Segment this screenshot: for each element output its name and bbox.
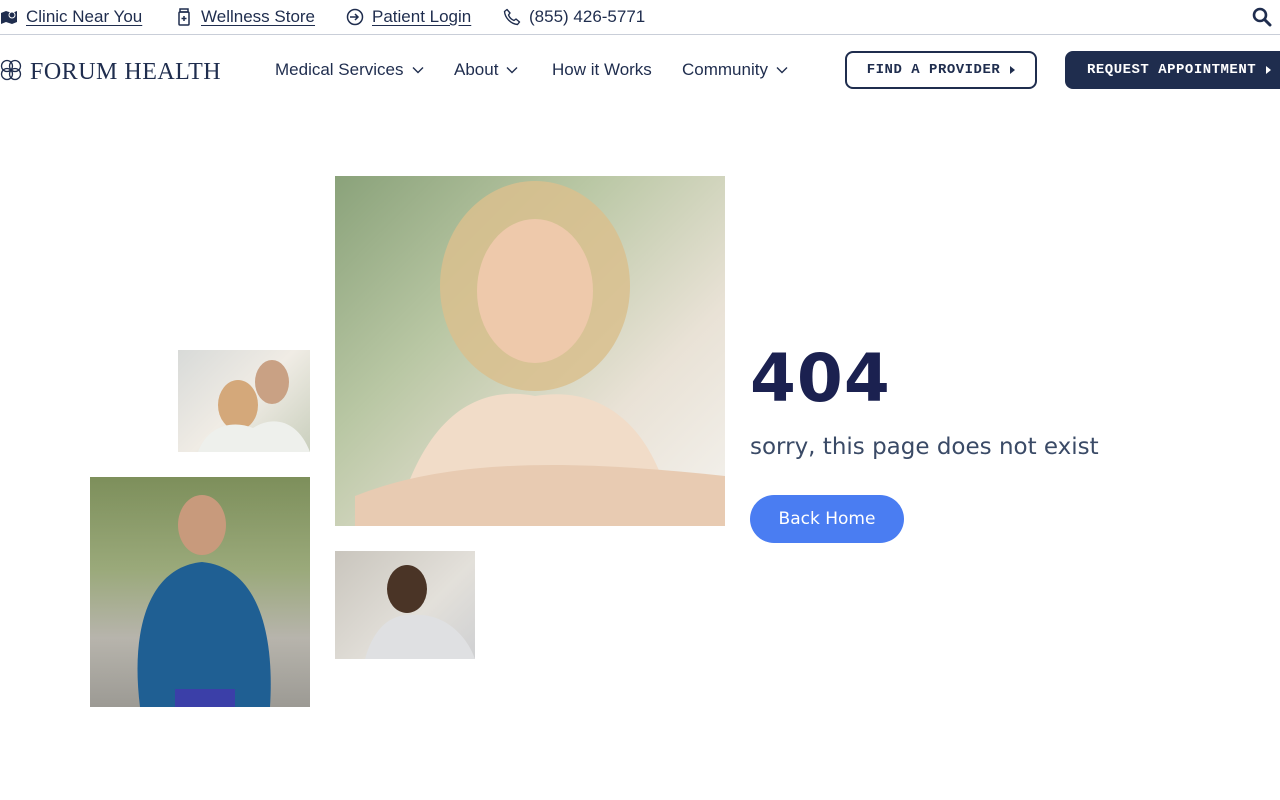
nav-about[interactable]: About (454, 59, 518, 81)
clinic-near-you-label[interactable]: Clinic Near You (26, 7, 142, 27)
nav-medical-services[interactable]: Medical Services (275, 59, 424, 81)
logo-text: FORUM HEALTH (30, 58, 222, 85)
request-appointment-button[interactable]: REQUEST APPOINTMENT (1065, 51, 1280, 89)
smiling-man-photo (335, 551, 475, 659)
phone-icon (503, 8, 521, 26)
back-home-button[interactable]: Back Home (750, 495, 904, 543)
logo-mark-icon (0, 59, 22, 86)
error-message: sorry, this page does not exist (750, 434, 1099, 460)
clinic-near-you-link[interactable]: Clinic Near You (0, 0, 142, 34)
phone-number[interactable]: (855) 426-5771 (529, 7, 645, 27)
chevron-down-icon (776, 67, 788, 74)
logo[interactable]: FORUM HEALTH (0, 59, 221, 85)
nav-how-it-works[interactable]: How it Works (552, 59, 652, 81)
phone-link[interactable]: (855) 426-5771 (503, 0, 645, 34)
runner-photo (90, 477, 310, 707)
nav-community[interactable]: Community (682, 59, 788, 81)
map-icon (0, 8, 18, 26)
find-a-provider-label: FIND A PROVIDER (866, 62, 1001, 78)
couple-photo (178, 350, 310, 452)
bottle-icon (175, 8, 193, 26)
caret-right-icon (1266, 66, 1272, 74)
nav-label[interactable]: About (454, 60, 498, 80)
main-header: FORUM HEALTH Medical Services About How … (0, 35, 1280, 107)
nav-label[interactable]: How it Works (552, 60, 652, 80)
caret-right-icon (1010, 66, 1016, 74)
patient-login-link[interactable]: Patient Login (346, 0, 471, 34)
wellness-store-link[interactable]: Wellness Store (175, 0, 315, 34)
nav-label[interactable]: Medical Services (275, 60, 404, 80)
request-appointment-label: REQUEST APPOINTMENT (1087, 62, 1257, 78)
nav-label[interactable]: Community (682, 60, 768, 80)
chevron-down-icon (506, 67, 518, 74)
patient-login-label[interactable]: Patient Login (372, 7, 471, 27)
wellness-store-label[interactable]: Wellness Store (201, 7, 315, 27)
error-code: 404 (750, 340, 891, 417)
chevron-down-icon (412, 67, 423, 74)
woman-portrait-photo (335, 176, 725, 526)
login-icon (346, 8, 364, 26)
find-a-provider-button[interactable]: FIND A PROVIDER (845, 51, 1037, 89)
utility-bar: Clinic Near You Wellness Store Patient L… (0, 0, 1280, 35)
search-icon[interactable] (1252, 7, 1272, 27)
